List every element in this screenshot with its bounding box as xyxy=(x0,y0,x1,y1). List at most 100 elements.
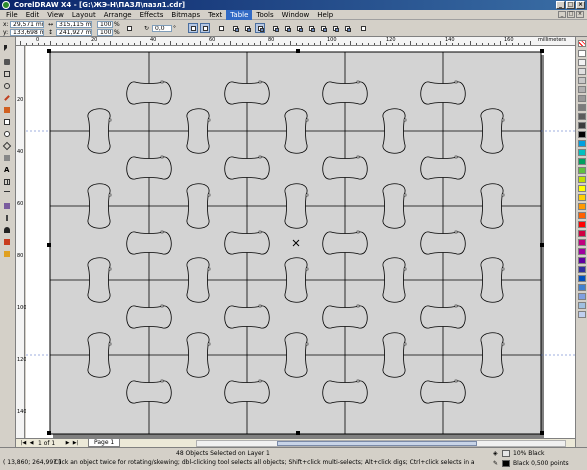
puzzle-knob[interactable] xyxy=(382,183,406,229)
selection-handle[interactable] xyxy=(47,243,51,247)
outline-tool[interactable] xyxy=(2,225,13,235)
drawing-canvas[interactable] xyxy=(26,46,575,438)
color-swatch[interactable] xyxy=(578,68,586,75)
weld-button[interactable] xyxy=(270,23,280,33)
puzzle-knob[interactable] xyxy=(87,257,111,303)
color-swatch[interactable] xyxy=(578,113,586,120)
puzzle-knob[interactable] xyxy=(382,257,406,303)
outline-swatch[interactable] xyxy=(502,460,510,467)
puzzle-knob[interactable] xyxy=(480,332,504,378)
puzzle-knob[interactable] xyxy=(322,305,368,329)
puzzle-knob[interactable] xyxy=(420,380,466,404)
color-swatch[interactable] xyxy=(578,131,586,138)
color-swatch[interactable] xyxy=(578,203,586,210)
puzzle-knob[interactable] xyxy=(382,108,406,154)
menu-bitmaps[interactable]: Bitmaps xyxy=(167,10,204,20)
puzzle-knob[interactable] xyxy=(284,332,308,378)
interactive-fill-tool[interactable] xyxy=(2,249,13,259)
color-swatch[interactable] xyxy=(578,275,586,282)
color-swatch[interactable] xyxy=(578,59,586,66)
first-page-icon[interactable]: |◀ xyxy=(20,440,27,447)
color-swatch[interactable] xyxy=(578,221,586,228)
puzzle-knob[interactable] xyxy=(186,332,210,378)
puzzle-knob[interactable] xyxy=(480,183,504,229)
menu-tools[interactable]: Tools xyxy=(252,10,277,20)
puzzle-knob[interactable] xyxy=(126,81,172,105)
menu-edit[interactable]: Edit xyxy=(22,10,44,20)
color-swatch[interactable] xyxy=(578,248,586,255)
menu-window[interactable]: Window xyxy=(278,10,314,20)
doc-minimize-button[interactable]: _ xyxy=(558,11,566,18)
puzzle-knob[interactable] xyxy=(87,108,111,154)
color-swatch[interactable] xyxy=(578,95,586,102)
selection-handle[interactable] xyxy=(540,243,544,247)
menu-text[interactable]: Text xyxy=(204,10,226,20)
color-swatch[interactable] xyxy=(578,104,586,111)
height-field[interactable]: 241,927 mm xyxy=(56,29,92,36)
selection-handle[interactable] xyxy=(47,431,51,435)
color-swatch[interactable] xyxy=(578,266,586,273)
front-minus-back-button[interactable] xyxy=(318,23,328,33)
color-swatch[interactable] xyxy=(578,311,586,318)
horizontal-scrollbar[interactable] xyxy=(196,440,566,447)
color-swatch[interactable] xyxy=(578,158,586,165)
puzzle-knob[interactable] xyxy=(420,156,466,180)
smart-fill-tool[interactable] xyxy=(2,105,13,115)
color-swatch[interactable] xyxy=(578,284,586,291)
fill-icon[interactable]: ◈ xyxy=(493,450,498,457)
selection-handle[interactable] xyxy=(540,49,544,53)
create-boundary-button[interactable] xyxy=(342,23,352,33)
pick-tool[interactable] xyxy=(2,43,13,53)
menu-help[interactable]: Help xyxy=(313,10,337,20)
minimize-button[interactable]: _ xyxy=(556,1,565,9)
puzzle-knob[interactable] xyxy=(284,257,308,303)
fill-swatch[interactable] xyxy=(502,450,510,457)
text-tool[interactable]: A xyxy=(2,165,13,175)
color-swatch[interactable] xyxy=(578,257,586,264)
no-color-swatch[interactable] xyxy=(578,40,586,47)
scale-x-field[interactable]: 100,0 xyxy=(97,21,113,28)
simplify-button[interactable] xyxy=(306,23,316,33)
shape-tool[interactable] xyxy=(2,57,13,67)
menu-layout[interactable]: Layout xyxy=(68,10,100,20)
intersect-button[interactable] xyxy=(294,23,304,33)
align-distribute-button[interactable] xyxy=(358,23,368,33)
group-button[interactable] xyxy=(230,23,240,33)
puzzle-knob[interactable] xyxy=(186,183,210,229)
horizontal-scroll-thumb[interactable] xyxy=(277,441,477,446)
color-swatch[interactable] xyxy=(578,86,586,93)
last-page-icon[interactable]: ▶| xyxy=(72,440,79,447)
color-swatch[interactable] xyxy=(578,212,586,219)
ellipse-tool[interactable] xyxy=(2,129,13,139)
color-swatch[interactable] xyxy=(578,140,586,147)
fill-tool[interactable] xyxy=(2,237,13,247)
maximize-button[interactable]: □ xyxy=(566,1,575,9)
mirror-horizontal-button[interactable] xyxy=(188,23,198,33)
page-tab[interactable]: Page 1 xyxy=(88,439,121,447)
zoom-tool[interactable] xyxy=(2,81,13,91)
freehand-tool[interactable] xyxy=(2,93,13,103)
color-swatch[interactable] xyxy=(578,194,586,201)
dimension-tool[interactable] xyxy=(2,189,13,199)
puzzle-knob[interactable] xyxy=(224,231,270,255)
selection-handle[interactable] xyxy=(296,431,300,435)
trim-button[interactable] xyxy=(282,23,292,33)
menu-table[interactable]: Table xyxy=(226,9,253,20)
puzzle-knob[interactable] xyxy=(224,380,270,404)
puzzle-knob[interactable] xyxy=(322,231,368,255)
prev-page-icon[interactable]: ◀ xyxy=(28,440,35,447)
color-swatch[interactable] xyxy=(578,302,586,309)
horizontal-ruler[interactable]: 0 20 40 60 80 100 120 140 160 millimeter… xyxy=(16,37,575,46)
menu-effects[interactable]: Effects xyxy=(136,10,168,20)
lock-ratio-button[interactable] xyxy=(124,23,134,33)
vertical-ruler[interactable]: 20 40 60 80 100 120 140 xyxy=(16,46,27,438)
puzzle-knob[interactable] xyxy=(126,305,172,329)
doc-restore-button[interactable]: □ xyxy=(567,11,575,18)
x-position-field[interactable]: 29,571 mm xyxy=(10,21,44,28)
next-page-icon[interactable]: ▶ xyxy=(64,440,71,447)
wrap-text-button[interactable] xyxy=(216,23,226,33)
rotation-field[interactable]: 0,0 xyxy=(152,25,172,32)
puzzle-knob[interactable] xyxy=(87,183,111,229)
width-field[interactable]: 315,115 mm xyxy=(56,21,92,28)
puzzle-knob[interactable] xyxy=(126,156,172,180)
